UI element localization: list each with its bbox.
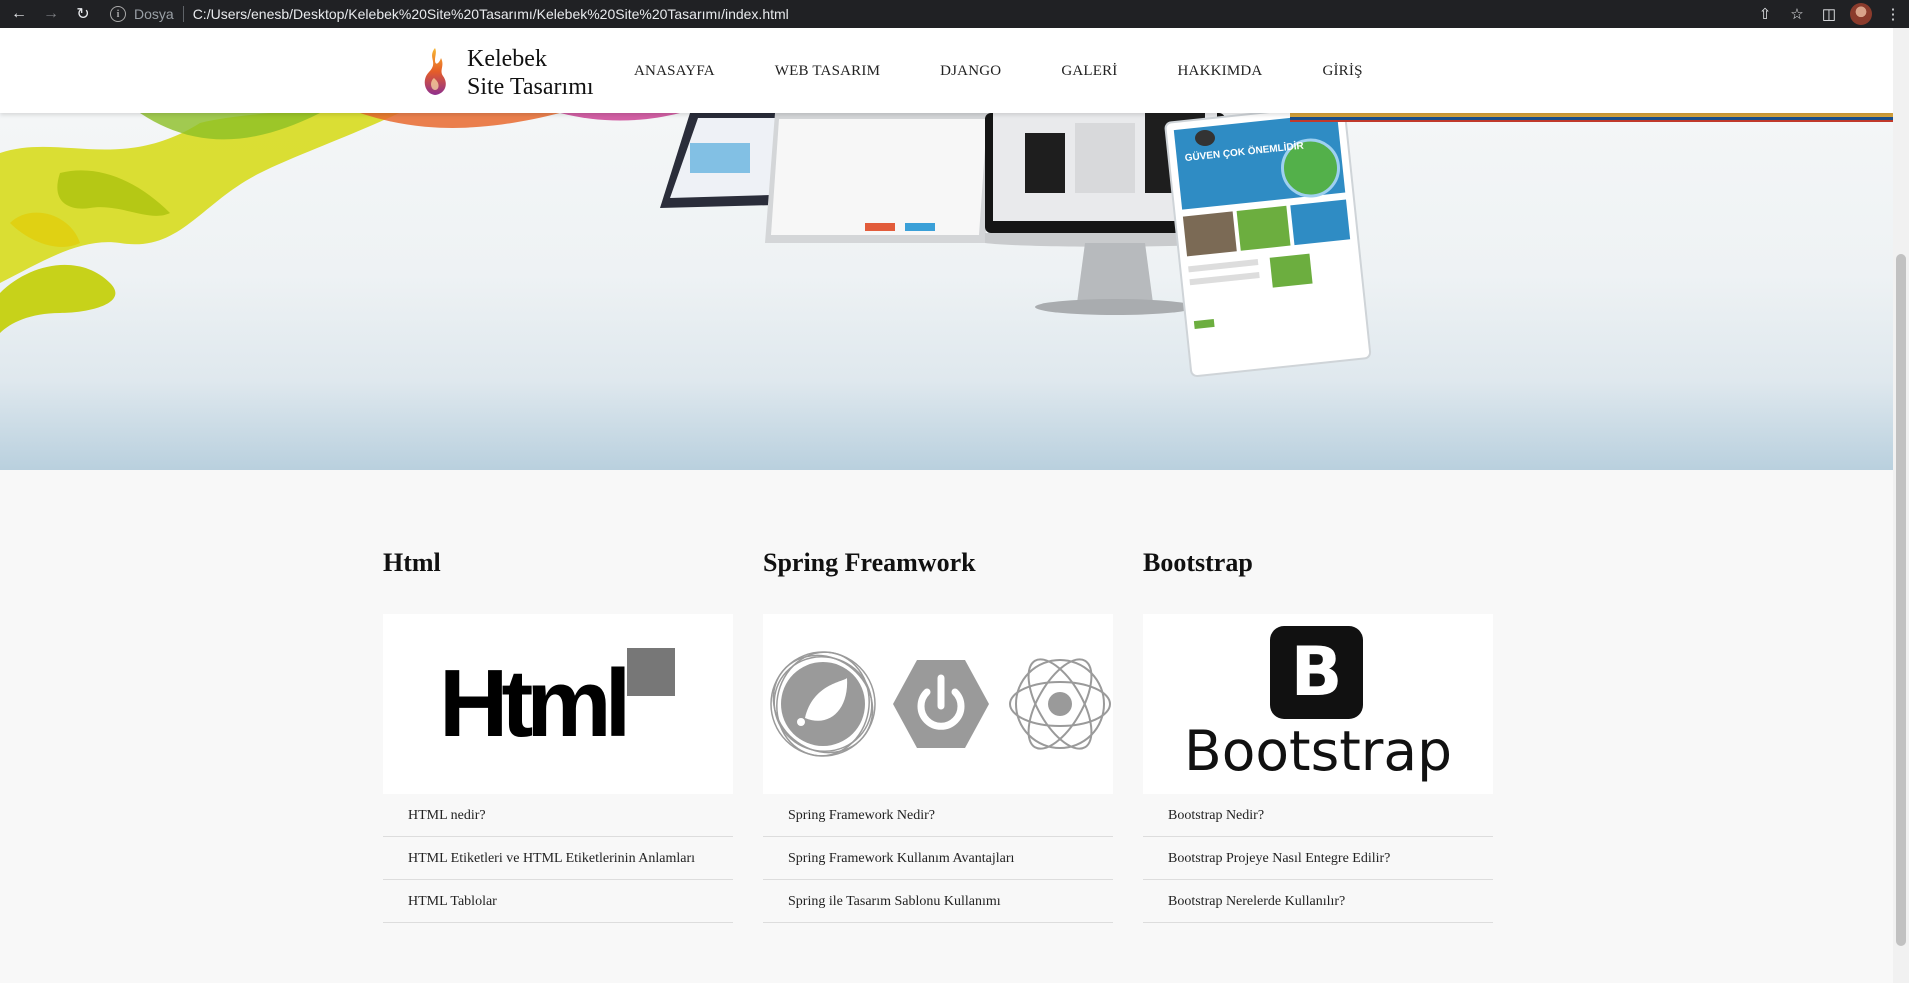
html-logo-image[interactable]: Html bbox=[383, 614, 733, 794]
link-html-etiketleri[interactable]: HTML Etiketleri ve HTML Etiketlerinin An… bbox=[383, 837, 733, 880]
link-spring-avantajlari[interactable]: Spring Framework Kullanım Avantajları bbox=[763, 837, 1113, 880]
address-bar[interactable]: i Dosya C:/Users/enesb/Desktop/Kelebek%2… bbox=[110, 2, 789, 26]
menu-item-galeri[interactable]: GALERİ bbox=[1061, 63, 1117, 80]
spring-logos-icon bbox=[770, 651, 1111, 757]
flame-logo-icon[interactable] bbox=[419, 48, 449, 96]
link-spring-tasarim-sablonu[interactable]: Spring ile Tasarım Sablonu Kullanımı bbox=[763, 880, 1113, 923]
hero-illustration: GÜVEN ÇOK ÖNEMLİDİR bbox=[0, 113, 1893, 378]
link-bootstrap-nedir[interactable]: Bootstrap Nedir? bbox=[1143, 794, 1493, 837]
scrollbar-thumb[interactable] bbox=[1896, 254, 1906, 946]
link-html-tablolar[interactable]: HTML Tablolar bbox=[383, 880, 733, 923]
link-spring-nedir[interactable]: Spring Framework Nedir? bbox=[763, 794, 1113, 837]
link-bootstrap-entegre[interactable]: Bootstrap Projeye Nasıl Entegre Edilir? bbox=[1143, 837, 1493, 880]
bootstrap-b-icon: B bbox=[1270, 626, 1363, 719]
browser-toolbar: ← → ↻ i Dosya C:/Users/enesb/Desktop/Kel… bbox=[0, 0, 1909, 28]
section-title-html: Html bbox=[383, 548, 441, 577]
link-bootstrap-nerelerde[interactable]: Bootstrap Nerelerde Kullanılır? bbox=[1143, 880, 1493, 923]
back-arrow-icon[interactable]: ← bbox=[6, 2, 32, 26]
page-scrollbar[interactable] bbox=[1893, 28, 1909, 983]
address-separator bbox=[182, 6, 184, 22]
reload-icon[interactable]: ↻ bbox=[70, 2, 96, 26]
side-panel-icon[interactable]: ◫ bbox=[1813, 2, 1845, 26]
html-logo-text: Html bbox=[439, 650, 631, 757]
profile-avatar[interactable] bbox=[1845, 2, 1877, 26]
info-icon[interactable]: i bbox=[110, 6, 126, 22]
link-html-nedir[interactable]: HTML nedir? bbox=[383, 794, 733, 837]
section-html: Html Html HTML nedir? HTML Etiketleri ve… bbox=[383, 548, 733, 923]
spring-links-list: Spring Framework Nedir? Spring Framework… bbox=[763, 794, 1113, 923]
forward-arrow-icon[interactable]: → bbox=[38, 2, 64, 26]
main-menu: ANASAYFA WEB TASARIM DJANGO GALERİ HAKKI… bbox=[634, 63, 1423, 80]
web-page: Kelebek Site Tasarımı ANASAYFA WEB TASAR… bbox=[0, 28, 1893, 983]
bootstrap-logo-image[interactable]: B Bootstrap bbox=[1143, 614, 1493, 794]
brand-line-2: Site Tasarımı bbox=[467, 74, 594, 100]
hero-banner: GÜVEN ÇOK ÖNEMLİDİR bbox=[0, 113, 1893, 470]
menu-item-hakkimda[interactable]: HAKKIMDA bbox=[1178, 63, 1263, 80]
bootstrap-links-list: Bootstrap Nedir? Bootstrap Projeye Nasıl… bbox=[1143, 794, 1493, 923]
address-url[interactable]: C:/Users/enesb/Desktop/Kelebek%20Site%20… bbox=[193, 6, 789, 22]
menu-item-giris[interactable]: GİRİŞ bbox=[1322, 63, 1362, 80]
bookmark-star-icon[interactable]: ☆ bbox=[1781, 2, 1813, 26]
section-title-bootstrap: Bootstrap bbox=[1143, 548, 1253, 577]
brand-line-1: Kelebek bbox=[467, 46, 547, 72]
kebab-menu-icon[interactable]: ⋮ bbox=[1877, 2, 1909, 26]
menu-item-django[interactable]: DJANGO bbox=[940, 63, 1001, 80]
brand-name[interactable]: Kelebek Site Tasarımı bbox=[467, 45, 594, 101]
html-links-list: HTML nedir? HTML Etiketleri ve HTML Etik… bbox=[383, 794, 733, 923]
menu-item-anasayfa[interactable]: ANASAYFA bbox=[634, 63, 715, 80]
section-spring: Spring Freamwork Spring Framework Nedir?… bbox=[763, 548, 1113, 923]
html-logo-square bbox=[627, 648, 675, 696]
avatar bbox=[1850, 3, 1872, 25]
spring-logos-image[interactable] bbox=[763, 614, 1113, 794]
menu-item-web-tasarim[interactable]: WEB TASARIM bbox=[775, 63, 880, 80]
site-header: Kelebek Site Tasarımı ANASAYFA WEB TASAR… bbox=[0, 28, 1893, 113]
section-title-spring: Spring Freamwork bbox=[763, 548, 976, 577]
section-bootstrap: Bootstrap B Bootstrap Bootstrap Nedir? B… bbox=[1143, 548, 1493, 923]
bootstrap-logo-text: Bootstrap bbox=[1183, 719, 1453, 783]
address-scheme-label: Dosya bbox=[134, 6, 174, 22]
share-icon[interactable]: ⇧ bbox=[1749, 2, 1781, 26]
